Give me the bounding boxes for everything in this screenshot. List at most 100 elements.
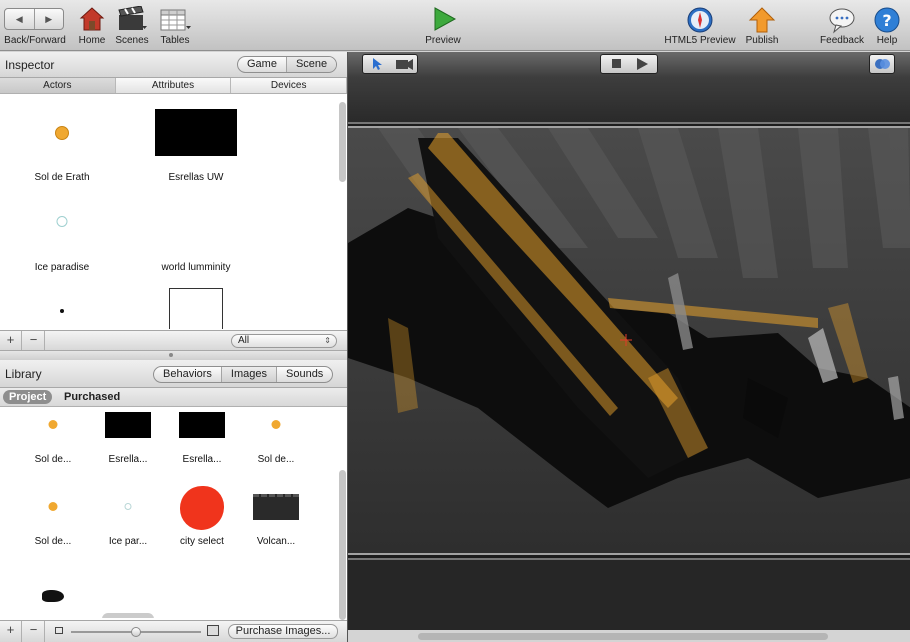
inspector-tabs: Actors Attributes Devices: [0, 78, 348, 94]
actor-thumbnail: [169, 288, 223, 329]
actor-label: Esrellas UW: [168, 172, 224, 183]
image-item[interactable]: city select: [165, 486, 239, 568]
scene-toolbar: [348, 52, 910, 78]
image-item[interactable]: Esrella...: [165, 408, 239, 488]
actor-item[interactable]: Esrellas UW: [146, 95, 246, 185]
actor-item[interactable]: Sol de Erath: [12, 95, 112, 185]
actors-grid: Sol de Erath Esrellas UW Ice paradise wo…: [0, 95, 338, 329]
stop-play-icons: [612, 58, 648, 70]
inspector-mode-toggle[interactable]: Game Scene: [237, 56, 338, 73]
back-button[interactable]: ◀: [5, 9, 35, 29]
forward-button[interactable]: ▶: [35, 9, 64, 29]
inspector-header: Inspector Game Scene: [0, 52, 347, 78]
publish-label: Publish: [745, 35, 779, 46]
actor-item[interactable]: world lumminity: [146, 185, 246, 275]
library-header: Library Behaviors Images Sounds: [0, 360, 347, 388]
actor-filter-value: All: [238, 335, 250, 346]
image-item[interactable]: Esrella...: [91, 408, 165, 488]
actor-label: Ice paradise: [34, 262, 90, 273]
splitter-grip-icon: [169, 353, 173, 357]
svg-text:?: ?: [882, 11, 891, 30]
playback-controls[interactable]: [600, 54, 658, 74]
library-scope-bar: Project Purchased: [0, 388, 347, 407]
library-tabs[interactable]: Behaviors Images Sounds: [153, 366, 334, 383]
image-label: Esrella...: [108, 454, 148, 465]
actors-footer: + − All ⇕: [0, 330, 347, 350]
select-arrows-icon: ⇕: [324, 336, 331, 345]
tab-behaviors[interactable]: Behaviors: [154, 367, 222, 382]
actors-scrollbar[interactable]: [339, 102, 346, 182]
preview-label: Preview: [425, 35, 461, 46]
image-item[interactable]: [16, 568, 90, 618]
tab-actors[interactable]: Actors: [0, 78, 116, 93]
slider-knob[interactable]: [131, 627, 141, 637]
image-item[interactable]: Ice par...: [91, 488, 165, 568]
inspector-title: Inspector: [5, 58, 55, 72]
left-panel: Inspector Game Scene Actors Attributes D…: [0, 52, 348, 642]
purchase-images-button[interactable]: Purchase Images...: [228, 624, 338, 639]
library-title: Library: [5, 367, 42, 381]
tool-selector[interactable]: [362, 54, 418, 74]
library-footer: + − Purchase Images...: [0, 620, 347, 642]
tab-attributes[interactable]: Attributes: [116, 78, 232, 93]
actor-label: world lumminity: [161, 262, 231, 273]
image-item[interactable]: Sol de...: [16, 408, 90, 488]
play-icon: [434, 7, 457, 31]
image-thumbnail: [124, 503, 132, 510]
scope-purchased[interactable]: Purchased: [58, 390, 126, 404]
image-label: Volcan...: [256, 536, 296, 547]
add-image-button[interactable]: +: [0, 621, 22, 642]
actor-thumbnail: [56, 216, 68, 227]
image-label: city select: [180, 536, 224, 547]
image-label: Sol de...: [257, 454, 295, 465]
help-icon: ?: [874, 7, 900, 33]
speech-bubble-icon: [829, 8, 855, 34]
mode-tab-scene[interactable]: Scene: [286, 57, 337, 72]
feedback-label: Feedback: [820, 35, 864, 46]
add-actor-button[interactable]: +: [0, 331, 22, 350]
scene-editor: [347, 52, 910, 642]
remove-image-button[interactable]: −: [23, 621, 45, 642]
images-scrollbar[interactable]: [339, 470, 346, 620]
image-thumbnail: [48, 502, 58, 511]
image-thumbnail: [105, 412, 151, 438]
mode-tab-game[interactable]: Game: [238, 57, 287, 72]
purchase-images-label: Purchase Images...: [235, 625, 331, 637]
actor-item[interactable]: [146, 275, 246, 329]
scene-horizontal-scrollbar[interactable]: [418, 633, 828, 640]
back-forward-label: Back/Forward: [4, 35, 66, 46]
actor-thumbnail: [155, 109, 237, 156]
image-item[interactable]: Volcan...: [239, 488, 313, 568]
remove-actor-button[interactable]: −: [23, 331, 45, 350]
back-forward-control[interactable]: ◀ ▶: [4, 8, 64, 30]
table-icon: [160, 9, 191, 31]
help-label: Help: [876, 35, 898, 46]
tab-images[interactable]: Images: [221, 367, 277, 382]
safari-compass-icon: [687, 7, 713, 33]
scope-project[interactable]: Project: [3, 390, 53, 404]
scenes-label: Scenes: [115, 35, 149, 46]
image-item[interactable]: Sol de...: [16, 488, 90, 568]
tables-label: Tables: [160, 35, 190, 46]
image-thumbnail: [102, 613, 154, 618]
scene-canvas[interactable]: [348, 78, 910, 642]
image-item[interactable]: Sol de...: [239, 408, 313, 488]
actor-item[interactable]: Ice paradise: [12, 185, 112, 275]
image-label: Ice par...: [108, 536, 148, 547]
tab-sounds[interactable]: Sounds: [277, 367, 332, 382]
image-item[interactable]: [101, 613, 155, 618]
image-thumbnail: [179, 412, 225, 438]
thumbnail-size-slider[interactable]: [71, 627, 201, 637]
actor-filter-select[interactable]: All ⇕: [231, 334, 337, 348]
scene-view-button[interactable]: [869, 54, 895, 74]
actor-item[interactable]: [12, 275, 112, 329]
arrow-camera-icons: [373, 58, 413, 70]
image-thumbnail: [180, 486, 224, 530]
image-label: Esrella...: [182, 454, 222, 465]
layers-icon: [875, 59, 890, 69]
image-label: Sol de...: [34, 536, 72, 547]
tab-devices[interactable]: Devices: [231, 78, 348, 93]
panel-splitter[interactable]: [0, 350, 347, 360]
image-thumbnail: [271, 420, 281, 429]
main-toolbar: ◀ ▶ Back/Forward Home Scenes Tables Prev…: [0, 0, 910, 51]
